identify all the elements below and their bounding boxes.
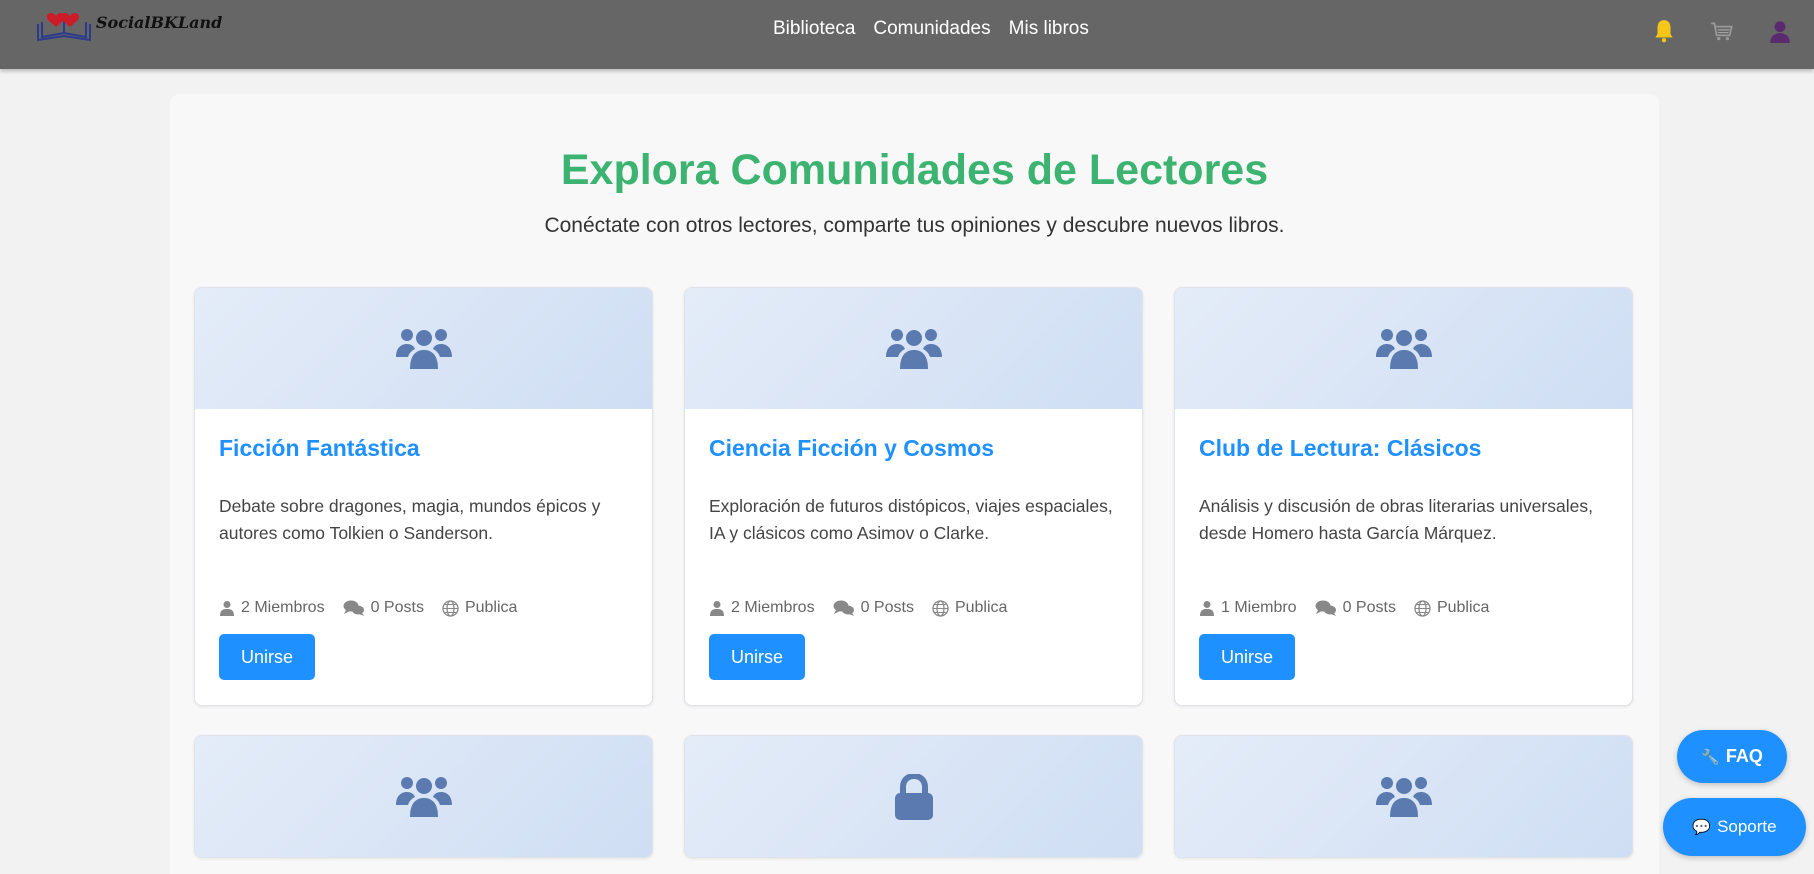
community-card: Ficción Fantástica Debate sobre dragones… <box>194 287 653 706</box>
member-icon <box>1200 601 1214 616</box>
globe-icon <box>442 599 459 617</box>
brand-name: SocialBKLand <box>96 12 223 32</box>
book-hearts-logo-icon <box>37 13 91 42</box>
post-count: 0 Posts <box>1342 599 1396 616</box>
community-description: Debate sobre dragones, magia, mundos épi… <box>219 496 601 543</box>
chat-bubble-icon: 💬 <box>1692 819 1712 836</box>
visibility-label: Publica <box>464 599 518 616</box>
join-button[interactable]: Unirse <box>219 634 315 680</box>
comments-icon <box>343 600 364 616</box>
card-header <box>195 288 652 409</box>
comments-icon <box>833 600 854 616</box>
community-description: Exploración de futuros distópicos, viaje… <box>709 496 1113 543</box>
community-card-private <box>684 735 1143 858</box>
join-button[interactable]: Unirse <box>1199 634 1295 680</box>
top-navbar: SocialBKLand Biblioteca Comunidades Mis … <box>0 0 1814 69</box>
community-title[interactable]: Club de Lectura: Clásicos <box>1199 435 1481 462</box>
main-nav: Biblioteca Comunidades Mis libros <box>773 18 1089 40</box>
card-header <box>685 736 1142 857</box>
brand-logo[interactable]: SocialBKLand <box>34 10 222 42</box>
faq-button[interactable]: 🔧 FAQ <box>1677 730 1787 783</box>
community-title[interactable]: Ciencia Ficción y Cosmos <box>709 435 994 462</box>
community-card: Club de Lectura: Clásicos Análisis y dis… <box>1174 287 1633 706</box>
member-icon <box>220 601 234 616</box>
support-label: Soporte <box>1717 817 1777 836</box>
bell-icon[interactable] <box>1651 18 1677 44</box>
nav-link-comunidades[interactable]: Comunidades <box>873 18 990 40</box>
community-title[interactable]: Ficción Fantástica <box>219 435 420 462</box>
faq-label: FAQ <box>1725 746 1763 766</box>
users-icon <box>885 328 942 369</box>
card-header <box>685 288 1142 409</box>
post-count: 0 Posts <box>860 599 914 616</box>
community-card: Ciencia Ficción y Cosmos Exploración de … <box>684 287 1143 706</box>
users-icon <box>1375 328 1432 369</box>
comments-icon <box>1315 600 1336 616</box>
nav-link-biblioteca[interactable]: Biblioteca <box>773 18 855 40</box>
visibility-label: Publica <box>954 599 1008 616</box>
member-count: 1 Miembro <box>1221 599 1297 616</box>
user-profile-icon[interactable] <box>1767 18 1793 44</box>
cart-icon[interactable] <box>1709 18 1735 44</box>
support-button[interactable]: 💬 Soporte <box>1663 798 1806 856</box>
member-count: 2 Miembros <box>241 599 325 616</box>
community-meta: 2 Miembros 0 Posts Publica <box>709 599 1025 617</box>
globe-icon <box>932 599 949 617</box>
community-meta: 1 Miembro 0 Posts Publica <box>1199 599 1507 617</box>
card-header <box>1175 736 1632 857</box>
community-card <box>194 735 653 858</box>
community-description: Análisis y discusión de obras literarias… <box>1199 496 1593 543</box>
globe-icon <box>1414 599 1431 617</box>
users-icon <box>1375 776 1432 817</box>
card-header <box>195 736 652 857</box>
page-title: Explora Comunidades de Lectores <box>560 146 1269 194</box>
communities-panel: Explora Comunidades de Lectores Conéctat… <box>170 94 1659 874</box>
member-count: 2 Miembros <box>731 599 815 616</box>
join-button[interactable]: Unirse <box>709 634 805 680</box>
community-card <box>1174 735 1633 858</box>
users-icon <box>395 328 452 369</box>
visibility-label: Publica <box>1436 599 1490 616</box>
community-meta: 2 Miembros 0 Posts Publica <box>219 599 535 617</box>
card-header <box>1175 288 1632 409</box>
post-count: 0 Posts <box>370 599 424 616</box>
wrench-icon: 🔧 <box>1701 748 1720 766</box>
member-icon <box>710 601 724 616</box>
lock-icon <box>894 773 933 820</box>
users-icon <box>395 776 452 817</box>
nav-link-mis-libros[interactable]: Mis libros <box>1009 18 1089 40</box>
page-subtitle: Conéctate con otros lectores, comparte t… <box>544 214 1285 237</box>
